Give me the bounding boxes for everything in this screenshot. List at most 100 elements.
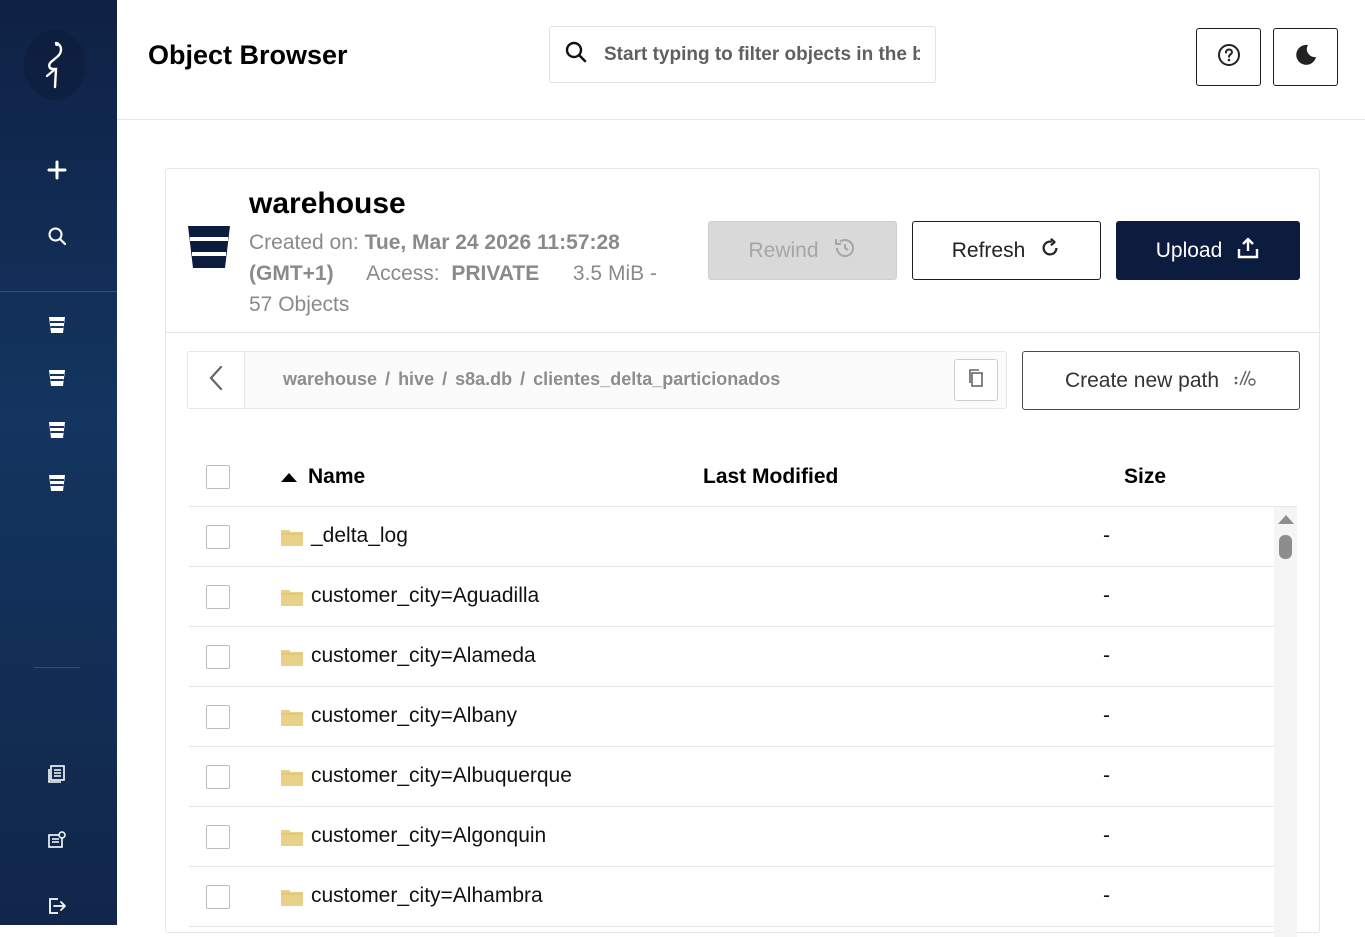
table-row[interactable]: customer_city=Algonquin - <box>189 807 1274 867</box>
license-icon[interactable] <box>41 824 73 856</box>
bucket-objects: 57 Objects <box>249 293 350 316</box>
table-row[interactable]: customer_city=Alameda - <box>189 627 1274 687</box>
breadcrumb-item[interactable]: warehouse <box>283 369 377 390</box>
bucket-icon[interactable] <box>41 362 73 394</box>
folder-icon <box>280 527 304 552</box>
refresh-button[interactable]: Refresh <box>912 221 1101 280</box>
object-size: - <box>1103 824 1110 847</box>
breadcrumb-separator: / <box>520 369 526 389</box>
row-checkbox[interactable] <box>206 885 230 909</box>
folder-icon <box>280 647 304 672</box>
search-box[interactable] <box>549 26 936 83</box>
copy-path-button[interactable] <box>954 359 998 401</box>
row-checkbox[interactable] <box>206 825 230 849</box>
row-checkbox[interactable] <box>206 645 230 669</box>
column-name[interactable]: Name <box>308 465 365 489</box>
table-row[interactable]: customer_city=Albuquerque - <box>189 747 1274 807</box>
column-size[interactable]: Size <box>1124 465 1166 489</box>
table-row[interactable]: customer_city=Alhambra - <box>189 867 1274 927</box>
sidebar-divider <box>0 291 117 292</box>
chevron-left-icon <box>208 365 224 396</box>
rewind-button[interactable]: Rewind <box>708 221 897 280</box>
logo-icon[interactable] <box>24 30 86 100</box>
breadcrumb-item[interactable]: s8a.db <box>455 369 512 390</box>
bucket-icon[interactable] <box>41 309 73 341</box>
object-size: - <box>1103 644 1110 667</box>
breadcrumb-item[interactable]: hive <box>398 369 434 390</box>
scroll-up-icon[interactable] <box>1278 515 1294 524</box>
refresh-icon <box>1039 237 1061 265</box>
row-checkbox[interactable] <box>206 705 230 729</box>
bucket-name: warehouse <box>249 187 406 220</box>
bucket-icon[interactable] <box>41 414 73 446</box>
refresh-label: Refresh <box>951 238 1026 262</box>
row-checkbox[interactable] <box>206 525 230 549</box>
breadcrumb-path: warehouse / hive / s8a.db / clientes_del… <box>283 369 780 390</box>
select-all-checkbox[interactable] <box>206 465 230 489</box>
column-last-modified[interactable]: Last Modified <box>703 465 838 489</box>
folder-icon <box>280 887 304 912</box>
object-list: _delta_log - customer_city=Aguadilla - c… <box>189 507 1274 937</box>
sidebar-divider <box>34 667 80 668</box>
meta-separator: - <box>649 262 657 285</box>
bucket-size: 3.5 MiB <box>572 262 645 285</box>
folder-icon <box>280 827 304 852</box>
object-name: _delta_log <box>311 524 408 547</box>
breadcrumb-separator: / <box>442 369 448 389</box>
object-size: - <box>1103 764 1110 787</box>
breadcrumb-item[interactable]: clientes_delta_particionados <box>533 369 780 390</box>
search-input[interactable] <box>602 42 922 67</box>
moon-icon <box>1294 43 1318 72</box>
history-icon <box>833 236 857 266</box>
object-browser-panel: warehouse Created on: Tue, Mar 24 2026 1… <box>165 168 1320 937</box>
search-icon[interactable] <box>41 220 73 252</box>
breadcrumb-separator: / <box>385 369 391 389</box>
upload-button[interactable]: Upload <box>1116 221 1300 280</box>
bucket-icon <box>187 225 231 274</box>
bucket-meta: Created on: Tue, Mar 24 2026 11:57:28 (G… <box>249 227 669 320</box>
folder-icon <box>280 707 304 732</box>
table-row[interactable]: customer_city=Aguadilla - <box>189 567 1274 627</box>
object-size: - <box>1103 704 1110 727</box>
scroll-thumb[interactable] <box>1279 535 1292 559</box>
breadcrumb: warehouse / hive / s8a.db / clientes_del… <box>187 351 1007 409</box>
create-new-path-button[interactable]: Create new path <box>1022 351 1300 410</box>
object-name: customer_city=Alhambra <box>311 884 543 907</box>
row-checkbox[interactable] <box>206 585 230 609</box>
upload-label: Upload <box>1155 238 1223 262</box>
bucket-icon[interactable] <box>41 467 73 499</box>
object-name: customer_city=Albuquerque <box>311 764 572 787</box>
help-icon <box>1217 43 1241 72</box>
vertical-scrollbar[interactable] <box>1274 507 1297 937</box>
created-label: Created on: <box>249 231 359 254</box>
rewind-label: Rewind <box>748 238 819 262</box>
page-title: Object Browser <box>148 40 348 70</box>
upload-icon <box>1236 236 1260 266</box>
back-button[interactable] <box>188 352 245 408</box>
top-header: Object Browser <box>117 0 1365 120</box>
new-path-icon <box>1233 369 1257 393</box>
plus-icon[interactable] <box>41 154 73 186</box>
object-name: customer_city=Alameda <box>311 644 536 667</box>
logout-icon[interactable] <box>41 890 73 922</box>
folder-icon <box>280 767 304 792</box>
object-size: - <box>1103 524 1110 547</box>
sort-ascending-icon <box>281 473 297 482</box>
object-name: customer_city=Albany <box>311 704 518 727</box>
create-path-label: Create new path <box>1064 368 1220 392</box>
table-header: Name Last Modified Size <box>189 446 1297 507</box>
help-button[interactable] <box>1196 28 1261 86</box>
copy-icon <box>966 368 986 393</box>
dark-mode-button[interactable] <box>1273 28 1338 86</box>
access-value: PRIVATE <box>451 262 540 285</box>
object-name: customer_city=Algonquin <box>311 824 547 847</box>
documentation-icon[interactable] <box>41 758 73 790</box>
table-row[interactable]: customer_city=Albany - <box>189 687 1274 747</box>
table-row[interactable]: _delta_log - <box>189 507 1274 567</box>
row-checkbox[interactable] <box>206 765 230 789</box>
object-name: customer_city=Aguadilla <box>311 584 540 607</box>
search-icon <box>564 40 588 69</box>
object-size: - <box>1103 584 1110 607</box>
access-label: Access: <box>366 262 440 285</box>
sidebar <box>0 0 117 925</box>
